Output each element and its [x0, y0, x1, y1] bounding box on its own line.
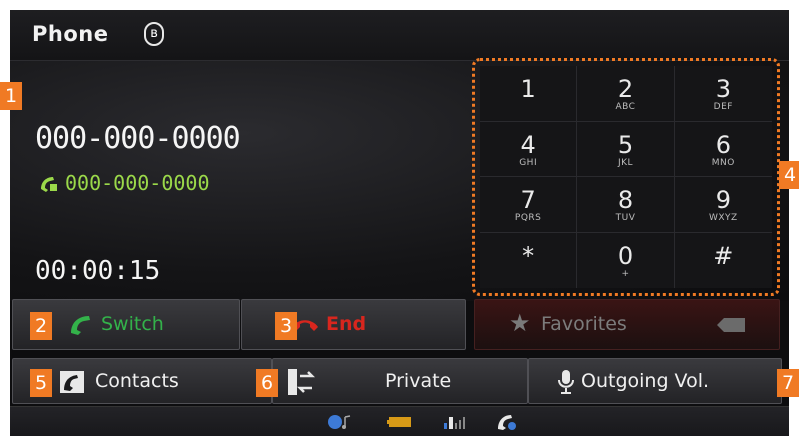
- private-label: Private: [385, 370, 452, 392]
- key-digit: 5: [617, 130, 634, 159]
- key-digit: 4: [520, 130, 536, 159]
- end-label: End: [326, 313, 367, 335]
- key-digit: 9: [715, 186, 731, 214]
- battery-icon: [387, 417, 411, 427]
- key-digit: 2: [617, 75, 634, 103]
- key-6[interactable]: 6 MNO: [674, 122, 772, 177]
- callout-marker-3: 3: [275, 312, 297, 340]
- bluetooth-music-icon: [328, 415, 351, 429]
- private-transfer-icon: [288, 369, 315, 395]
- callout-marker-7: 7: [777, 369, 799, 397]
- key-digit: 6: [715, 130, 731, 159]
- key-5[interactable]: 5 JKL: [577, 121, 675, 177]
- key-digit: 7: [520, 186, 536, 214]
- key-letters: GHI: [519, 157, 538, 168]
- key-digit: *: [522, 241, 535, 270]
- key-1[interactable]: 1: [480, 66, 578, 122]
- callout-marker-6: 6: [256, 369, 278, 397]
- key-digit: 0: [617, 241, 634, 270]
- page-title: Phone: [32, 22, 109, 46]
- key-digit: 1: [520, 75, 536, 103]
- phone-hold-icon: [41, 177, 57, 192]
- callout-marker-1: 1: [0, 82, 22, 110]
- key-9[interactable]: 9 WXYZ: [674, 177, 772, 233]
- key-letters: DEF: [713, 102, 733, 112]
- key-letters: TUV: [615, 213, 636, 223]
- switch-label: Switch: [101, 313, 164, 335]
- key-letters: JKL: [617, 157, 634, 168]
- phone-switch-icon: [71, 316, 90, 335]
- key-star[interactable]: *: [480, 232, 578, 288]
- key-letters: MNO: [711, 157, 735, 168]
- phone-screen: Phone ʙ 000-000-0000 000-000-0000 00:00:…: [10, 10, 789, 436]
- dial-keypad: 1 2 ABC 3 DEF 4 GHI 5 JKL 6 MNO 7 PQRS 8 TUV 9W…: [480, 66, 772, 288]
- favorites-label: Favorites: [541, 313, 627, 335]
- call-timer: 00:00:15: [35, 256, 161, 286]
- key-digit: #: [713, 241, 734, 270]
- key-letters: PQRS: [514, 213, 542, 223]
- title-bar: Phone ʙ: [10, 10, 789, 61]
- backspace-icon[interactable]: [717, 318, 745, 332]
- phone-icon: [498, 415, 516, 430]
- key-digit: 8: [617, 186, 634, 214]
- key-letters: ABC: [615, 102, 636, 112]
- contacts-icon: [60, 371, 84, 393]
- key-letters: WXYZ: [708, 213, 738, 223]
- key-digit: 3: [715, 75, 731, 103]
- key-4[interactable]: 4 GHI: [480, 121, 578, 177]
- callout-marker-4: 4: [779, 161, 799, 189]
- key-hash[interactable]: #: [675, 233, 772, 289]
- callout-marker-5: 5: [30, 369, 52, 397]
- contacts-label: Contacts: [95, 370, 179, 392]
- outgoing-volume-button[interactable]: Outgoing Vol.: [528, 358, 782, 404]
- signal-icon: [444, 417, 465, 429]
- private-button[interactable]: Private: [272, 358, 528, 404]
- bluetooth-icon: ʙ: [144, 22, 164, 46]
- key-0[interactable]: 0 +: [577, 232, 675, 288]
- secondary-number: 000-000-0000: [65, 171, 210, 195]
- key-7[interactable]: 7 PQRS: [480, 177, 578, 233]
- status-bar: [10, 406, 789, 436]
- key-2[interactable]: 2 ABC: [577, 66, 675, 122]
- key-3[interactable]: 3 DEF: [674, 66, 772, 122]
- key-letters: +: [621, 268, 630, 279]
- caller-number: 000-000-0000: [35, 121, 241, 156]
- favorites-button[interactable]: ★ Favorites: [474, 299, 780, 350]
- callout-marker-2: 2: [30, 312, 52, 340]
- star-icon: ★: [509, 309, 531, 337]
- key-8[interactable]: 8 TUV: [577, 177, 675, 233]
- microphone-icon: [558, 370, 574, 394]
- outgoing-volume-label: Outgoing Vol.: [581, 370, 710, 392]
